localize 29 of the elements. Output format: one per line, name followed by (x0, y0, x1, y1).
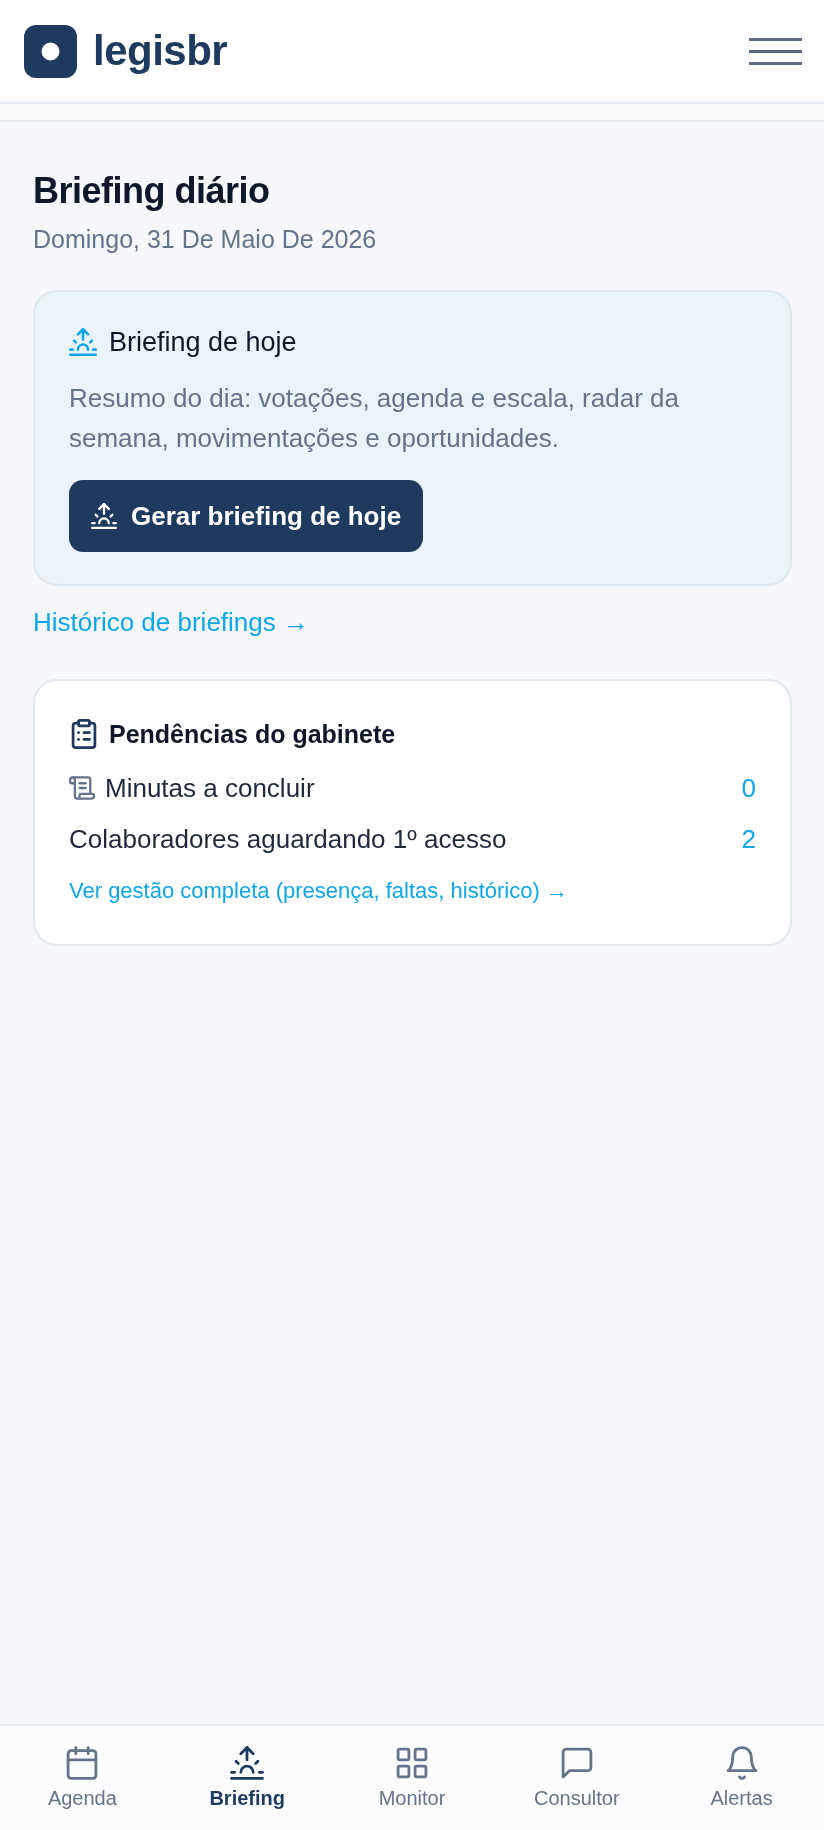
history-link[interactable]: Histórico de briefings → (33, 605, 309, 639)
page-title: Briefing diário (33, 170, 271, 212)
full-management-link[interactable]: Ver gestão completa (presença, faltas, histórico) → (69, 876, 568, 906)
date-text: Domingo, 31 De Maio De 2026 (33, 224, 378, 254)
generate-briefing-button[interactable]: Gerar briefing de hoje (69, 480, 424, 552)
card-description: Resumo do dia: votações, agenda e escala, radar da semana, movimentações e oportunidades. (69, 382, 680, 455)
sunrise-icon (91, 503, 117, 529)
grid-icon (395, 1746, 429, 1780)
bell-icon (724, 1746, 759, 1780)
calendar-icon (65, 1746, 100, 1780)
nav-tab[interactable]: Monitor (329, 1726, 495, 1830)
menu-icon[interactable] (749, 37, 802, 65)
pending-label: Minutas a concluir (105, 772, 315, 805)
nav-tab[interactable]: Briefing (164, 1726, 330, 1830)
pending-label: Colaboradores aguardando 1º acesso (69, 823, 507, 856)
logo-text: legisbr (93, 30, 228, 72)
clipboard-list-icon (71, 719, 97, 749)
nav-tab[interactable]: Consultor (494, 1726, 660, 1830)
logo-icon (24, 24, 77, 78)
pending-count: 2 (741, 823, 756, 856)
scroll-icon (69, 776, 95, 800)
card-title: Pendências do gabinete (109, 719, 396, 750)
nav-tab[interactable]: Alertas (659, 1726, 824, 1830)
card-title: Briefing de hoje (109, 326, 297, 358)
sunrise-icon (230, 1746, 265, 1780)
sunrise-icon (69, 328, 97, 356)
nav-tab[interactable]: Agenda (0, 1726, 165, 1830)
pending-count: 0 (741, 772, 756, 805)
chat-bubble-icon (559, 1746, 594, 1780)
